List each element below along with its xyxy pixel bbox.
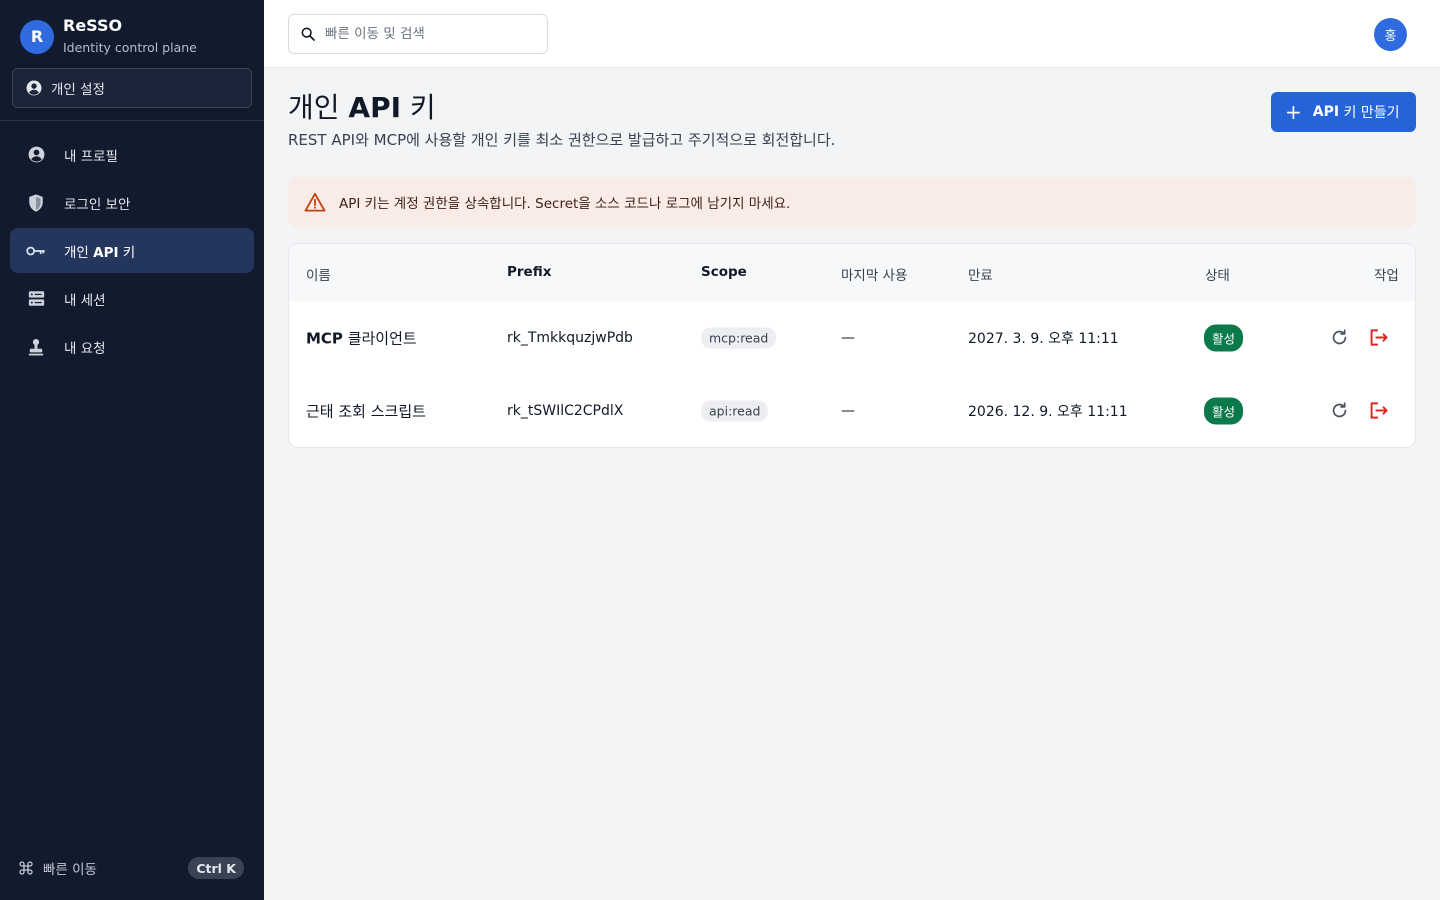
scope-chip: api:read: [701, 400, 769, 421]
user-circle-icon: [26, 145, 46, 165]
key-icon: [26, 241, 46, 261]
page-title-bold: API: [348, 91, 402, 124]
topbar: 홍: [264, 0, 1440, 68]
shortcut-badge: Ctrl K: [188, 857, 244, 879]
key-name-rest: 근태 조회 스크립트: [306, 402, 426, 420]
search-icon: [301, 27, 315, 41]
alert-text: API 키는 계정 권한을 상속합니다. Secret을 소스 코드나 로그에 …: [339, 196, 791, 212]
key-name-rest: 클라이언트: [342, 329, 417, 347]
quick-nav-label: 빠른 이동: [43, 862, 97, 878]
search-input[interactable]: [325, 26, 525, 42]
last-used: —: [841, 329, 855, 346]
user-circle-icon: [26, 80, 42, 96]
sidebar-item-label: 개인 API 키: [64, 241, 135, 261]
command-icon: [19, 861, 33, 875]
context-select[interactable]: 개인 설정: [12, 68, 252, 108]
create-button-label: 키 만들기: [1339, 105, 1400, 121]
column-header-actions: 작업: [1374, 268, 1399, 284]
status-badge: 활성: [1204, 324, 1244, 351]
revoke-icon[interactable]: [1367, 326, 1391, 350]
brand-subtitle: Identity control plane: [63, 40, 197, 55]
sidebar-item-login-security[interactable]: 로그인 보안: [10, 180, 254, 225]
column-header-last-used: 마지막 사용: [841, 268, 908, 284]
sidebar-nav: 내 프로필 로그인 보안 개인 API 키 내 세션 내 요청: [10, 132, 254, 372]
status-badge: 활성: [1204, 397, 1244, 424]
column-header-status: 상태: [1205, 268, 1230, 284]
last-used: —: [841, 402, 855, 419]
create-button-label-bold: API: [1312, 104, 1340, 120]
warning-alert: API 키는 계정 권한을 상속합니다. Secret을 소스 코드나 로그에 …: [288, 177, 1416, 227]
scope-chip: mcp:read: [701, 327, 777, 348]
key-name: MCP 클라이언트: [306, 327, 417, 348]
rotate-icon[interactable]: [1327, 399, 1351, 423]
page-title-suffix: 키: [401, 91, 436, 124]
brand-name: ReSSO: [63, 16, 123, 35]
sidebar-item-label: 내 요청: [64, 340, 106, 357]
brand-text: ReSSO Identity control plane: [63, 16, 197, 57]
rotate-icon[interactable]: [1327, 326, 1351, 350]
create-api-key-button[interactable]: + API 키 만들기: [1271, 92, 1416, 132]
sidebar-divider: [0, 120, 264, 121]
revoke-icon[interactable]: [1367, 399, 1391, 423]
context-select-label: 개인 설정: [51, 82, 105, 98]
server-icon: [26, 289, 46, 309]
page-title: 개인 API 키: [288, 90, 436, 126]
warning-triangle-icon: [304, 192, 326, 212]
sidebar-item-label-prefix: 개인: [64, 244, 94, 261]
search-box[interactable]: [288, 14, 548, 54]
stamp-icon: [26, 337, 46, 357]
table-header: 이름 Prefix Scope 마지막 사용 만료 상태 작업: [289, 244, 1415, 301]
key-name-bold: MCP: [306, 329, 343, 347]
quick-nav[interactable]: 빠른 이동 Ctrl K: [18, 855, 246, 881]
sidebar-item-label-suffix: 키: [118, 244, 136, 261]
sidebar-item-label: 로그인 보안: [64, 196, 131, 213]
table-row: MCP 클라이언트 rk_TmkkquzjwPdb mcp:read — 202…: [289, 301, 1415, 374]
plus-icon: +: [1285, 100, 1302, 124]
column-header-prefix: Prefix: [507, 264, 552, 280]
key-prefix: rk_TmkkquzjwPdb: [507, 329, 633, 346]
column-header-expires: 만료: [968, 268, 993, 284]
expires: 2026. 12. 9. 오후 11:11: [968, 403, 1128, 420]
page-title-prefix: 개인: [288, 91, 349, 124]
column-header-scope: Scope: [701, 264, 747, 280]
brand[interactable]: R ReSSO Identity control plane: [20, 16, 197, 57]
sidebar-item-profile[interactable]: 내 프로필: [10, 132, 254, 177]
sidebar-item-label-bold: API: [93, 244, 119, 261]
expires: 2027. 3. 9. 오후 11:11: [968, 330, 1119, 347]
sidebar: R ReSSO Identity control plane 개인 설정 내 프…: [0, 0, 264, 900]
api-keys-table: 이름 Prefix Scope 마지막 사용 만료 상태 작업 MCP 클라이언…: [288, 243, 1416, 448]
avatar[interactable]: 홍: [1374, 18, 1407, 51]
key-name: 근태 조회 스크립트: [306, 400, 426, 421]
brand-logo: R: [20, 19, 54, 54]
sidebar-item-label: 내 프로필: [64, 148, 118, 165]
sidebar-item-api-keys[interactable]: 개인 API 키: [10, 228, 254, 273]
sidebar-item-requests[interactable]: 내 요청: [10, 324, 254, 369]
page-description: REST API와 MCP에 사용할 개인 키를 최소 권한으로 발급하고 주기…: [288, 131, 836, 149]
sidebar-item-label: 내 세션: [64, 292, 106, 309]
key-prefix: rk_tSWIlC2CPdlX: [507, 402, 624, 419]
shield-icon: [26, 193, 46, 213]
sidebar-item-sessions[interactable]: 내 세션: [10, 276, 254, 321]
table-row: 근태 조회 스크립트 rk_tSWIlC2CPdlX api:read — 20…: [289, 374, 1415, 447]
column-header-name: 이름: [306, 268, 331, 284]
